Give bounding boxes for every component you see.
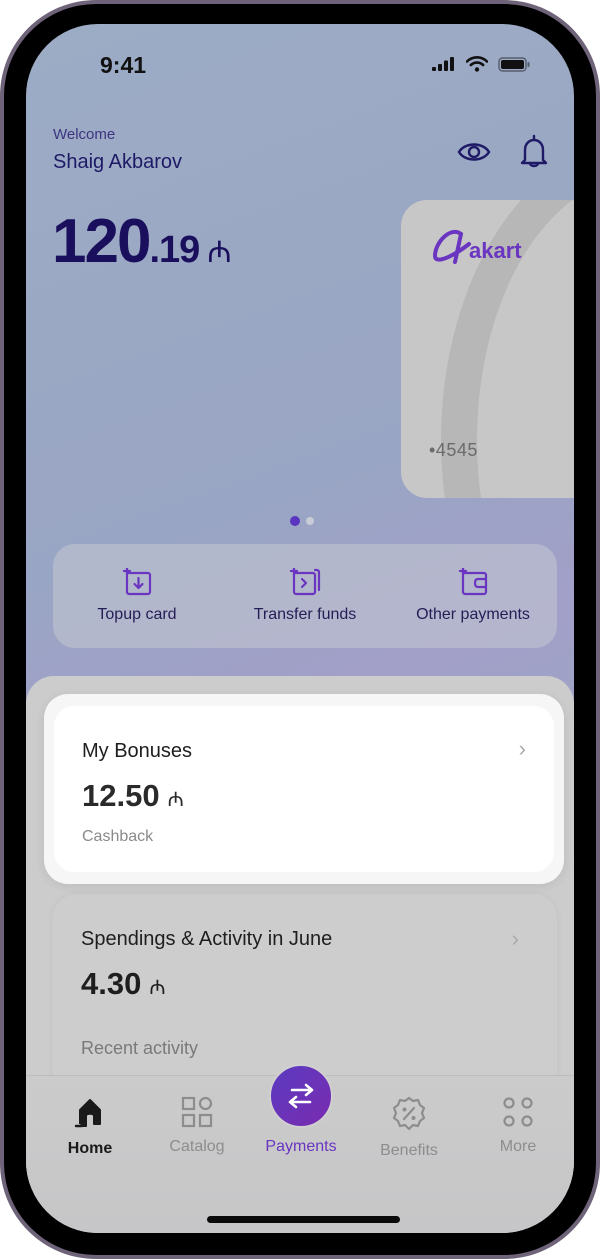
tab-more-label: More	[499, 1138, 537, 1155]
chevron-right-icon: ›	[518, 736, 526, 761]
tab-home[interactable]: Home	[40, 1096, 140, 1158]
wallet-icon	[458, 568, 488, 596]
card-brand-name: akart	[469, 238, 522, 263]
bell-icon	[520, 134, 548, 168]
tab-more[interactable]: More	[468, 1096, 568, 1156]
tab-payments-label: Payments	[265, 1138, 337, 1155]
transfer-funds-button[interactable]: Transfer funds	[225, 568, 385, 624]
spendings-title: Spendings & Activity in June	[81, 928, 333, 950]
user-name: Shaig Akbarov	[53, 151, 182, 173]
tab-catalog[interactable]: Catalog	[147, 1096, 247, 1156]
card-masked-number: •4545	[429, 440, 478, 460]
bonuses-card-highlight: My Bonuses › 12.50 ₼ Cashback	[44, 694, 564, 884]
currency-symbol: ₼	[167, 789, 184, 811]
carousel-dot[interactable]	[306, 517, 314, 525]
cellular-signal-icon	[432, 57, 454, 71]
payments-fab-button[interactable]	[269, 1064, 333, 1128]
tab-benefits[interactable]: Benefits	[359, 1096, 459, 1160]
other-payments-button[interactable]: Other payments	[393, 568, 553, 624]
app-screen: 9:41 Welcome Shaig Akbarov 120 .19 ₼ aka…	[26, 24, 574, 1233]
currency-symbol: ₼	[149, 977, 166, 999]
carousel-dot-active[interactable]	[290, 516, 300, 526]
topup-card-button[interactable]: Topup card	[57, 568, 217, 624]
wifi-icon	[466, 56, 488, 72]
bank-card[interactable]: akart •4545	[401, 200, 574, 498]
phone-bezel: 9:41 Welcome Shaig Akbarov 120 .19 ₼ aka…	[4, 4, 596, 1255]
phone-frame: 9:41 Welcome Shaig Akbarov 120 .19 ₼ aka…	[0, 0, 600, 1259]
topup-card-label: Topup card	[97, 606, 177, 623]
card-brand-logo: akart	[431, 228, 522, 264]
transfer-funds-label: Transfer funds	[253, 606, 357, 623]
welcome-label: Welcome	[53, 126, 116, 143]
tab-bar: Home Catalog Payments Benefits More	[26, 1064, 574, 1233]
home-indicator[interactable]	[207, 1216, 400, 1223]
quick-actions-panel: Topup card Transfer funds Other payments	[53, 544, 557, 648]
toggle-balance-visibility-button[interactable]	[456, 134, 492, 170]
akart-logo-icon	[432, 230, 471, 264]
chevron-right-icon: ›	[511, 926, 519, 951]
other-payments-label: Other payments	[416, 606, 530, 623]
topup-icon	[122, 568, 152, 596]
carousel-indicator	[290, 516, 314, 526]
battery-icon	[498, 56, 530, 72]
bonuses-subtitle: Cashback	[82, 828, 154, 845]
transfer-arrows-icon	[288, 1083, 314, 1109]
recent-activity-label: Recent activity	[81, 1038, 199, 1058]
transfer-icon	[289, 568, 321, 596]
percent-badge-icon	[392, 1096, 426, 1131]
spendings-value: 4.30	[81, 966, 142, 1001]
tab-benefits-label: Benefits	[380, 1142, 438, 1159]
home-icon	[74, 1099, 101, 1128]
spendings-amount: 4.30 ₼	[81, 966, 166, 1002]
status-bar: 9:41	[26, 24, 574, 104]
balance-amount: 120 .19 ₼	[52, 206, 232, 277]
more-dots-icon	[503, 1097, 533, 1127]
balance-integer: 120	[52, 207, 151, 276]
tab-home-label: Home	[67, 1140, 113, 1157]
eye-icon	[457, 143, 491, 161]
status-time: 9:41	[100, 52, 147, 78]
catalog-icon	[181, 1096, 213, 1128]
currency-symbol: ₼	[207, 236, 232, 269]
bonuses-title: My Bonuses	[82, 740, 193, 762]
tab-catalog-label: Catalog	[169, 1138, 225, 1155]
notifications-button[interactable]	[516, 132, 552, 172]
balance-decimal: .19	[149, 229, 200, 271]
status-icons	[432, 56, 530, 72]
bonuses-value: 12.50	[82, 778, 160, 813]
bonuses-card[interactable]: My Bonuses › 12.50 ₼ Cashback	[54, 706, 554, 872]
bonuses-amount: 12.50 ₼	[82, 778, 184, 814]
